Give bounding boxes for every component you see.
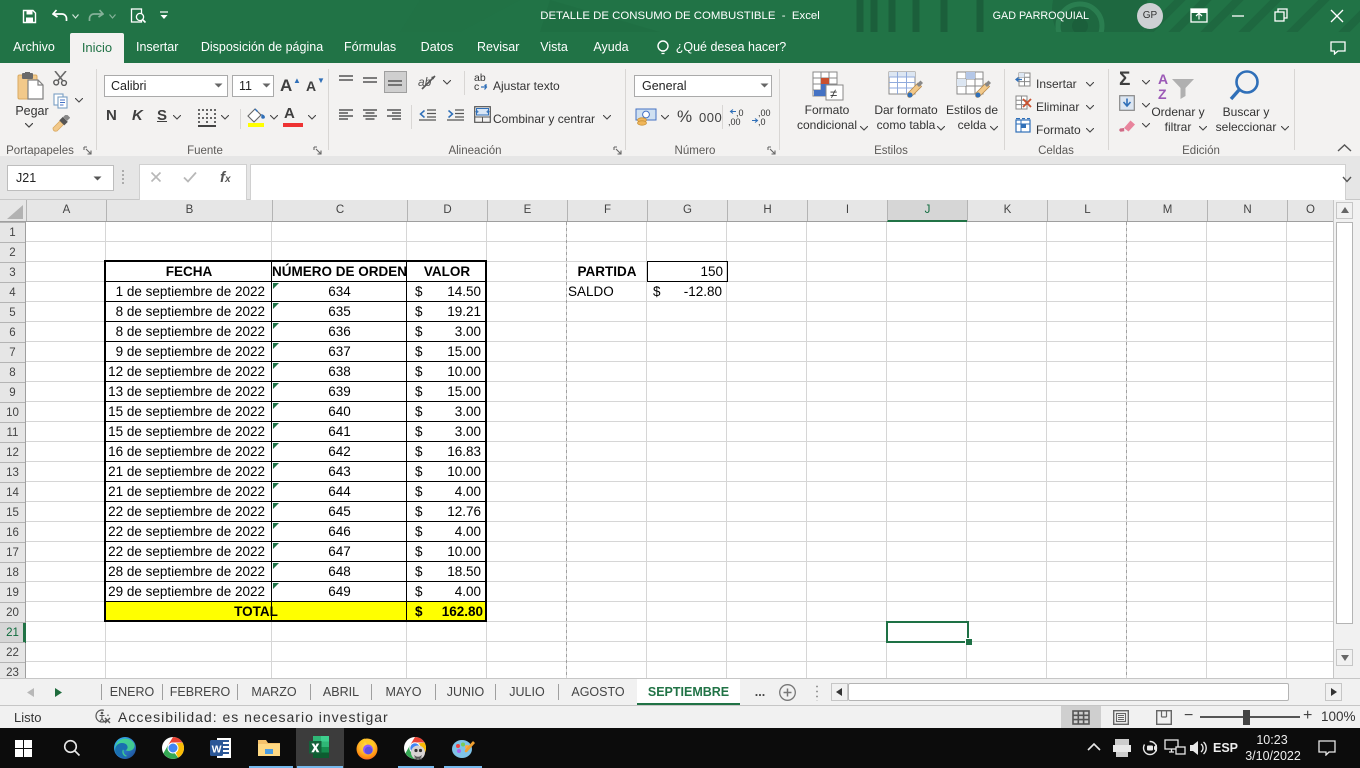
svg-text:,0: ,0 <box>758 117 766 127</box>
svg-text:A: A <box>1158 71 1168 87</box>
svg-text:,00: ,00 <box>728 117 741 127</box>
svg-text:≠: ≠ <box>830 86 837 101</box>
svg-text:c: c <box>474 81 479 92</box>
svg-text:Z: Z <box>1158 86 1167 102</box>
svg-text:W: W <box>212 744 222 756</box>
